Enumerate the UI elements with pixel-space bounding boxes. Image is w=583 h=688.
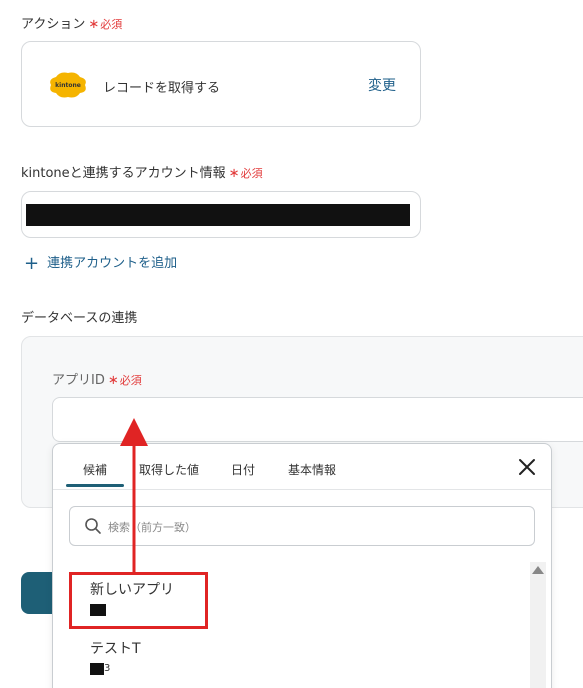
required-star: ∗: [107, 373, 119, 388]
list-item-sub: 3: [104, 663, 111, 674]
app-id-input[interactable]: [52, 397, 583, 442]
tab-basic-info[interactable]: 基本情報: [288, 461, 336, 478]
close-icon[interactable]: [517, 457, 537, 477]
add-account-button[interactable]: + 連携アカウントを追加: [24, 252, 177, 274]
required-text: 必須: [119, 374, 142, 387]
required-badge: ∗必須: [228, 166, 263, 181]
required-text: 必須: [240, 167, 263, 180]
search-icon: [85, 518, 101, 534]
search-placeholder: 検索（前方一致）: [108, 521, 196, 534]
kintone-logo-icon: kintone: [50, 72, 86, 98]
required-star: ∗: [228, 166, 240, 181]
annotation-highlight-box: [69, 572, 208, 629]
account-label: kintoneと連携するアカウント情報 ∗必須: [21, 162, 263, 181]
account-select[interactable]: [21, 191, 421, 238]
add-account-label: 連携アカウントを追加: [47, 256, 178, 271]
action-card: kintone レコードを取得する 変更: [21, 41, 421, 127]
required-badge: ∗必須: [88, 17, 123, 32]
change-action-button[interactable]: 変更: [368, 75, 396, 95]
search-input[interactable]: 検索（前方一致）: [69, 506, 535, 546]
required-text: 必須: [100, 18, 123, 31]
scroll-up-icon[interactable]: [532, 566, 544, 574]
redacted-item-id: [90, 663, 104, 675]
action-label: アクション ∗必須: [21, 13, 122, 32]
dropdown-tabs: 候補 取得した値 日付 基本情報: [53, 444, 551, 490]
redacted-account-value: [26, 204, 410, 226]
required-badge: ∗必須: [107, 373, 142, 388]
tab-date[interactable]: 日付: [231, 461, 255, 478]
tab-fetched-values[interactable]: 取得した値: [139, 461, 199, 478]
required-star: ∗: [88, 17, 100, 32]
app-id-label: アプリID ∗必須: [52, 369, 142, 388]
action-label-text: アクション: [21, 17, 86, 32]
list-item-title[interactable]: テストT: [90, 638, 141, 658]
active-tab-indicator: [66, 484, 124, 487]
plus-icon: +: [24, 253, 40, 274]
scrollbar[interactable]: [530, 562, 546, 688]
app-id-label-text: アプリID: [52, 373, 105, 388]
kintone-logo-text: kintone: [55, 82, 81, 89]
action-name: レコードを取得する: [103, 81, 221, 96]
account-label-text: kintoneと連携するアカウント情報: [21, 166, 226, 181]
candidate-dropdown: 候補 取得した値 日付 基本情報 検索（前方一致） 新しいアプリ テストT 3: [52, 443, 552, 688]
database-label: データベースの連携: [21, 311, 138, 326]
tab-candidates[interactable]: 候補: [83, 461, 107, 478]
